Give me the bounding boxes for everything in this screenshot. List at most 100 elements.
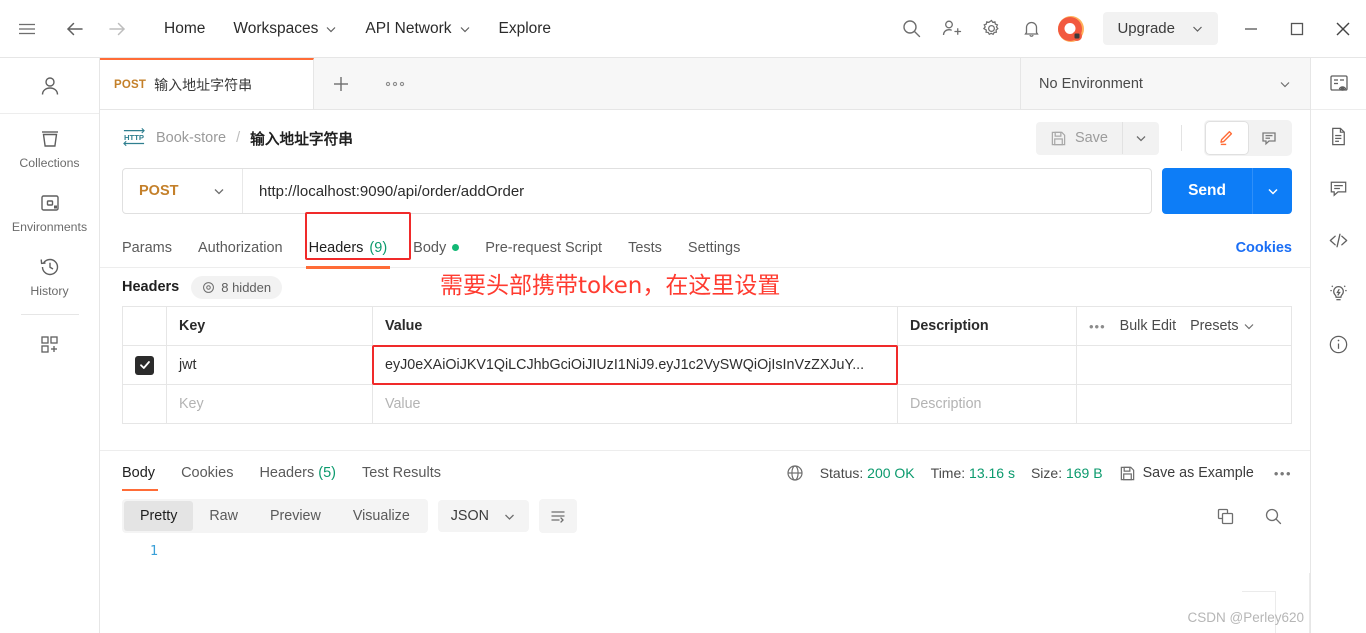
row-enabled-checkbox[interactable] bbox=[122, 345, 167, 385]
presets-button[interactable]: Presets bbox=[1190, 318, 1254, 334]
view-mode-raw[interactable]: Raw bbox=[193, 501, 254, 531]
environment-selector[interactable]: No Environment bbox=[1020, 58, 1310, 109]
notification-bell-icon[interactable] bbox=[1013, 11, 1049, 47]
right-sidebar bbox=[1310, 58, 1366, 633]
row-key-cell[interactable]: jwt bbox=[166, 345, 373, 385]
maximize-button[interactable] bbox=[1274, 9, 1320, 49]
placeholder-description-cell[interactable]: Description bbox=[897, 384, 1077, 424]
send-button-group: Send bbox=[1162, 168, 1292, 214]
edit-mode-button[interactable] bbox=[1206, 122, 1248, 154]
placeholder-key-cell[interactable]: Key bbox=[166, 384, 373, 424]
table-row[interactable]: jwt eyJ0eXAiOiJKV1QiLCJhbGciOiJIUzI1NiJ9… bbox=[122, 345, 1292, 385]
nav-explore[interactable]: Explore bbox=[485, 14, 566, 44]
user-avatar-icon[interactable] bbox=[0, 58, 99, 114]
cookies-link[interactable]: Cookies bbox=[1236, 240, 1292, 256]
save-button-label: Save bbox=[1074, 130, 1108, 146]
svg-text:HTTP: HTTP bbox=[124, 133, 144, 142]
sidebar-item-new-apps[interactable] bbox=[0, 319, 99, 364]
row-description-cell[interactable] bbox=[897, 345, 1077, 385]
nav-workspaces[interactable]: Workspaces bbox=[219, 14, 351, 44]
search-icon[interactable] bbox=[893, 11, 929, 47]
view-mode-preview[interactable]: Preview bbox=[254, 501, 337, 531]
sidebar-item-history[interactable]: History bbox=[0, 242, 99, 306]
response-tab-body[interactable]: Body bbox=[122, 451, 168, 495]
headers-table: Key Value Description ••• Bulk Edit Pres… bbox=[122, 306, 1292, 424]
table-more-options-button[interactable]: ••• bbox=[1089, 319, 1106, 334]
open-request-tab[interactable]: POST 输入地址字符串 bbox=[100, 58, 314, 109]
comment-mode-button[interactable] bbox=[1248, 122, 1290, 154]
row-value-cell[interactable]: eyJ0eXAiOiJKV1QiLCJhbGciOiJIUzI1NiJ9.eyJ… bbox=[372, 345, 898, 385]
size-value: 169 B bbox=[1065, 465, 1103, 481]
hamburger-menu-icon[interactable] bbox=[0, 19, 54, 39]
table-row-placeholder[interactable]: Key Value Description bbox=[122, 384, 1292, 424]
copy-icon[interactable] bbox=[1206, 499, 1244, 533]
tab-pre-request-script[interactable]: Pre-request Script bbox=[472, 228, 615, 268]
forward-arrow-icon[interactable] bbox=[96, 18, 138, 40]
url-input[interactable]: http://localhost:9090/api/order/addOrder bbox=[243, 183, 1151, 200]
settings-gear-icon[interactable] bbox=[973, 11, 1009, 47]
comments-icon[interactable] bbox=[1311, 162, 1366, 214]
tab-params[interactable]: Params bbox=[122, 228, 185, 268]
collections-icon bbox=[38, 127, 62, 151]
tab-settings[interactable]: Settings bbox=[675, 228, 753, 268]
invite-user-icon[interactable] bbox=[933, 11, 969, 47]
hidden-headers-toggle[interactable]: 8 hidden bbox=[191, 275, 283, 299]
response-tab-cookies[interactable]: Cookies bbox=[168, 451, 246, 495]
response-format-selector[interactable]: JSON bbox=[437, 500, 529, 532]
response-more-options-button[interactable]: ••• bbox=[1270, 466, 1292, 481]
status-value: 200 OK bbox=[867, 465, 915, 481]
response-body-viewer[interactable]: 1 bbox=[100, 533, 1310, 559]
code-snippet-icon[interactable] bbox=[1311, 214, 1366, 266]
response-meta: Status: 200 OK Time: 13.16 s Size: 169 B… bbox=[786, 464, 1292, 482]
view-mode-pretty[interactable]: Pretty bbox=[124, 501, 194, 531]
bulk-edit-button[interactable]: Bulk Edit bbox=[1120, 318, 1176, 334]
http-method-selector[interactable]: POST bbox=[123, 169, 243, 213]
sidebar-divider bbox=[20, 314, 79, 315]
nav-api-network[interactable]: API Network bbox=[351, 14, 484, 44]
nav-home[interactable]: Home bbox=[150, 14, 219, 44]
environments-icon bbox=[38, 191, 62, 215]
new-tab-button[interactable] bbox=[314, 58, 368, 109]
tab-options-button[interactable] bbox=[368, 58, 422, 109]
save-dropdown-button[interactable] bbox=[1122, 122, 1159, 154]
time-badge[interactable]: Time: 13.16 s bbox=[931, 465, 1015, 481]
headers-title: Headers bbox=[122, 279, 180, 295]
documentation-icon[interactable] bbox=[1311, 110, 1366, 162]
placeholder-checkbox-cell bbox=[122, 384, 167, 424]
send-button[interactable]: Send bbox=[1162, 168, 1252, 214]
tab-headers-label: Headers bbox=[308, 239, 364, 256]
environment-quick-look-icon[interactable] bbox=[1311, 58, 1366, 110]
search-icon[interactable] bbox=[1254, 499, 1292, 533]
header-col-description: Description bbox=[897, 306, 1077, 346]
info-circle-icon[interactable] bbox=[1311, 318, 1366, 370]
postman-avatar-icon[interactable] bbox=[1053, 11, 1089, 47]
status-badge[interactable]: Status: 200 OK bbox=[820, 465, 915, 481]
placeholder-value-cell[interactable]: Value bbox=[372, 384, 898, 424]
http-icon: HTTP bbox=[122, 127, 146, 149]
tab-body[interactable]: Body bbox=[400, 228, 472, 268]
annotation-text: 需要头部携带token，在这里设置 bbox=[440, 273, 781, 299]
minimize-button[interactable] bbox=[1228, 9, 1274, 49]
apps-grid-add-icon bbox=[38, 332, 62, 356]
chevron-down-icon bbox=[1243, 318, 1255, 334]
sidebar-item-collections[interactable]: Collections bbox=[0, 114, 99, 178]
header-col-key: Key bbox=[166, 306, 373, 346]
upgrade-button[interactable]: Upgrade bbox=[1103, 12, 1218, 45]
breadcrumb-collection[interactable]: Book-store bbox=[156, 130, 226, 146]
close-button[interactable] bbox=[1320, 9, 1366, 49]
back-arrow-icon[interactable] bbox=[54, 18, 96, 40]
tab-headers[interactable]: Headers (9) bbox=[296, 228, 401, 269]
response-tab-test-results[interactable]: Test Results bbox=[349, 451, 454, 495]
word-wrap-icon[interactable] bbox=[538, 499, 577, 533]
save-as-example-button[interactable]: Save as Example bbox=[1119, 465, 1254, 482]
response-tab-test-results-label: Test Results bbox=[362, 465, 441, 481]
response-tab-headers[interactable]: Headers (5) bbox=[246, 451, 349, 495]
save-button[interactable]: Save bbox=[1036, 122, 1122, 155]
view-mode-visualize[interactable]: Visualize bbox=[337, 501, 426, 531]
tab-authorization[interactable]: Authorization bbox=[185, 228, 296, 268]
send-options-button[interactable] bbox=[1252, 168, 1292, 214]
sidebar-item-environments[interactable]: Environments bbox=[0, 178, 99, 242]
tab-tests[interactable]: Tests bbox=[615, 228, 675, 268]
size-badge[interactable]: Size: 169 B bbox=[1031, 465, 1103, 481]
info-bulb-icon[interactable] bbox=[1311, 266, 1366, 318]
